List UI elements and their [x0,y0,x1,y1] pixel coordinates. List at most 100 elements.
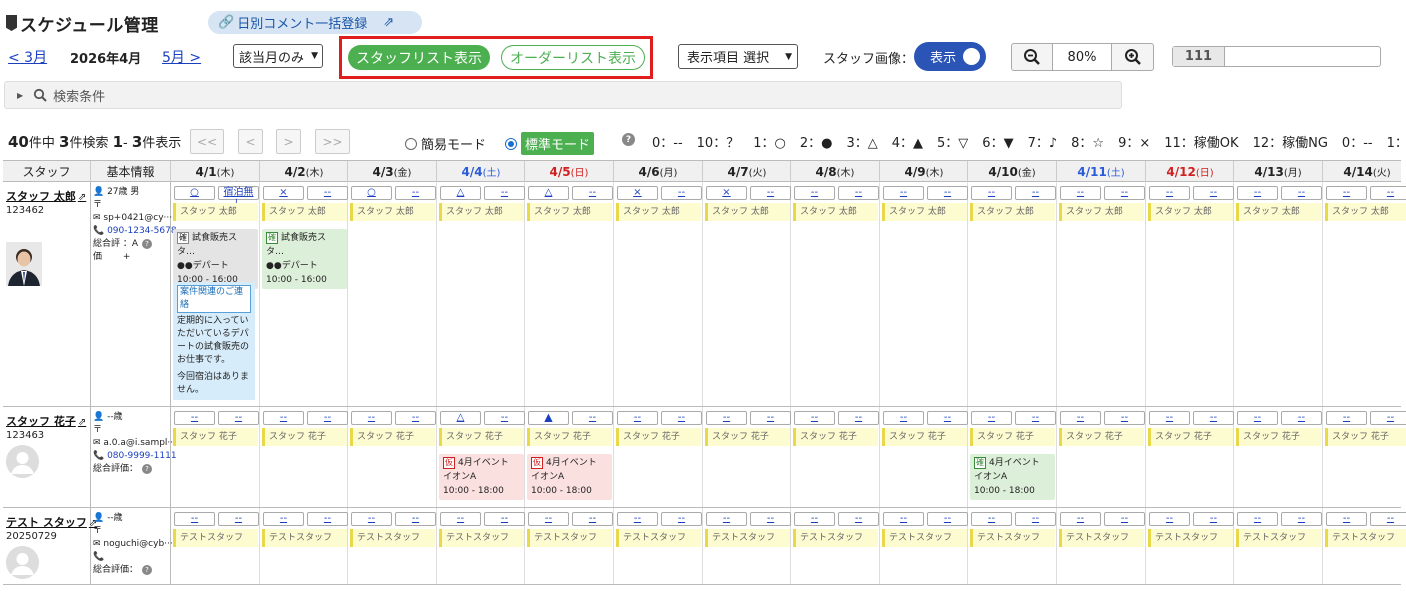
status-mark-button[interactable]: -- [1149,186,1190,200]
status-mark-button[interactable]: -- [883,411,924,425]
status-mark-button[interactable]: -- [1326,411,1367,425]
status-mark-button[interactable]: -- [1015,411,1056,425]
daily-note[interactable]: スタッフ 太郎 [173,203,258,221]
status-mark-button[interactable]: -- [484,186,525,200]
status-mark-button[interactable]: -- [838,512,879,526]
status-mark-button[interactable]: -- [174,411,215,425]
status-mark-button[interactable]: -- [351,411,392,425]
daily-note[interactable]: テストスタッフ [616,529,701,547]
staff-name-link[interactable]: スタッフ 太郎 ⇗ [6,188,86,204]
daily-note[interactable]: テストスタッフ [882,529,967,547]
status-mark-button[interactable]: × [263,186,304,200]
daily-note[interactable]: スタッフ 太郎 [616,203,701,221]
daily-note[interactable]: スタッフ 太郎 [1325,203,1406,221]
schedule-event[interactable]: 確試食販売スタ… ●●デパート 10:00 - 16:00 [262,229,347,289]
status-mark-button[interactable]: △ [440,186,481,200]
order-list-button[interactable]: オーダーリスト表示 [501,45,645,70]
daily-note[interactable]: スタッフ 花子 [616,428,701,446]
status-mark-button[interactable]: -- [174,512,215,526]
status-mark-button[interactable]: -- [1326,512,1367,526]
zoom-in-button[interactable] [1112,44,1153,70]
staff-image-toggle[interactable]: 表示 [914,42,986,71]
status-mark-button[interactable]: -- [794,512,835,526]
status-mark-button[interactable]: -- [572,186,613,200]
daily-note[interactable]: スタッフ 花子 [173,428,258,446]
status-mark-button[interactable]: -- [750,512,791,526]
status-mark-button[interactable]: -- [794,411,835,425]
status-mark-button[interactable]: -- [883,512,924,526]
next-month-link[interactable]: 5月 > [162,47,201,67]
status-mark-button[interactable]: -- [263,411,304,425]
status-mark-button[interactable]: -- [1281,186,1322,200]
status-mark-button[interactable]: 宿泊無し [218,186,259,210]
status-mark-button[interactable]: -- [1015,186,1056,200]
help-icon[interactable]: ? [142,565,153,575]
status-mark-button[interactable]: -- [307,411,348,425]
daily-note[interactable]: スタッフ 太郎 [350,203,435,221]
schedule-event[interactable]: 仮 4月イベント イオンA 10:00 - 18:00 [527,454,612,500]
staff-name-link[interactable]: スタッフ 花子 ⇗ [6,413,86,429]
status-mark-button[interactable]: -- [927,186,968,200]
status-mark-button[interactable]: -- [971,186,1012,200]
status-mark-button[interactable]: -- [1237,186,1278,200]
status-mark-button[interactable]: -- [1326,186,1367,200]
status-mark-button[interactable]: -- [440,512,481,526]
daily-note[interactable]: スタッフ 花子 [970,428,1055,446]
status-mark-button[interactable]: -- [617,512,658,526]
status-mark-button[interactable]: -- [572,411,613,425]
pager-next-button[interactable]: > [276,129,301,154]
status-mark-button[interactable]: -- [1060,411,1101,425]
status-mark-button[interactable]: -- [572,512,613,526]
status-mark-button[interactable]: -- [1281,411,1322,425]
status-mark-button[interactable]: -- [971,512,1012,526]
staff-list-button[interactable]: スタッフリスト表示 [348,45,490,70]
status-mark-button[interactable]: -- [395,186,436,200]
daily-note[interactable]: スタッフ 花子 [527,428,612,446]
daily-note[interactable]: スタッフ 花子 [882,428,967,446]
comment-memo[interactable]: 案件関連のご連絡 定期的に入ってい ただいているデパ ートの試食販売の お仕事です。 [173,282,255,370]
mode-simple-radio[interactable]: 簡易モード [405,134,486,153]
status-mark-button[interactable]: -- [307,512,348,526]
daily-note[interactable]: テストスタッフ [705,529,790,547]
schedule-event[interactable]: 確 4月イベント イオンA 10:00 - 18:00 [970,454,1055,500]
help-icon[interactable]: ? [622,133,635,146]
help-icon[interactable]: ? [142,239,153,249]
status-mark-button[interactable]: × [617,186,658,200]
status-mark-button[interactable]: -- [1237,512,1278,526]
status-mark-button[interactable]: -- [218,411,259,425]
daily-note[interactable]: スタッフ 花子 [262,428,347,446]
status-mark-button[interactable]: -- [395,411,436,425]
status-mark-button[interactable]: -- [1104,411,1145,425]
status-mark-button[interactable]: -- [1104,186,1145,200]
daily-note[interactable]: テストスタッフ [527,529,612,547]
status-mark-button[interactable]: -- [1060,512,1101,526]
status-mark-button[interactable]: -- [1193,411,1234,425]
status-mark-button[interactable]: -- [838,411,879,425]
daily-note[interactable]: スタッフ 花子 [350,428,435,446]
status-mark-button[interactable]: -- [218,512,259,526]
status-mark-button[interactable]: -- [661,186,702,200]
daily-note[interactable]: スタッフ 花子 [1059,428,1144,446]
search-conditions-toggle[interactable]: ▶ 検索条件 [4,81,1122,109]
range-select[interactable]: 該当月のみ ▼ [233,44,323,68]
daily-note[interactable]: スタッフ 花子 [1148,428,1233,446]
daily-note[interactable]: テストスタッフ [1148,529,1233,547]
status-mark-button[interactable]: ○ [174,186,215,200]
comment-memo[interactable]: 今回宿泊はありま せん。 [173,368,255,400]
status-mark-button[interactable]: -- [661,512,702,526]
daily-note[interactable]: スタッフ 花子 [1236,428,1321,446]
status-mark-button[interactable]: -- [1060,186,1101,200]
staff-name-link[interactable]: テスト スタッフ ⇗ [6,514,97,530]
status-mark-button[interactable]: -- [706,411,747,425]
status-mark-button[interactable]: -- [661,411,702,425]
status-mark-button[interactable]: -- [1149,512,1190,526]
status-mark-button[interactable]: × [706,186,747,200]
help-icon[interactable]: ? [142,464,153,474]
daily-note[interactable]: スタッフ 太郎 [970,203,1055,221]
status-mark-button[interactable]: -- [1149,411,1190,425]
status-mark-button[interactable]: -- [1104,512,1145,526]
pager-prev-button[interactable]: < [238,129,263,154]
status-mark-button[interactable]: -- [927,512,968,526]
status-mark-button[interactable]: ○ [351,186,392,200]
status-mark-button[interactable]: -- [351,512,392,526]
